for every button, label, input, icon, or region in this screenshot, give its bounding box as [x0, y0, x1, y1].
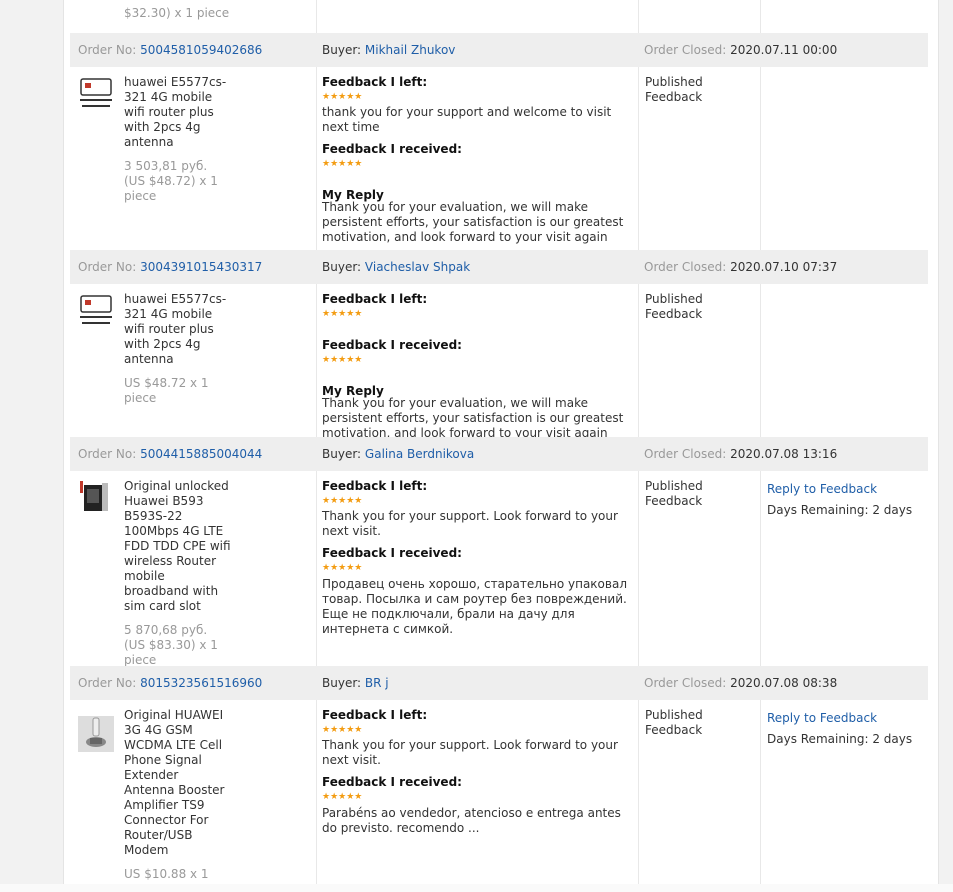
- order-header: Order No: 3004391015430317 Buyer: Viache…: [70, 250, 928, 284]
- feedback-left-label: Feedback I left:: [322, 708, 428, 722]
- order-body: Original unlocked Huawei B593 B593S-22 1…: [70, 471, 928, 667]
- buyer-label: Buyer:: [322, 676, 362, 690]
- feedback-left-text: Thank you for your support. Look forward…: [322, 738, 618, 767]
- buyer-label: Buyer:: [322, 260, 362, 274]
- order-closed-label: Order Closed:: [644, 676, 727, 690]
- product-price: 5 870,68 руб. (US $83.30) x 1 piece: [124, 623, 218, 667]
- order-body: Original HUAWEI 3G 4G GSM WCDMA LTE Cell…: [70, 700, 928, 884]
- prev-price-fragment: $32.30) x 1 piece: [124, 6, 230, 20]
- days-remaining: Days Remaining: 2 days: [767, 732, 913, 746]
- product-name[interactable]: Original unlocked Huawei B593 B593S-22 1…: [124, 479, 232, 614]
- order-closed-label: Order Closed:: [644, 260, 727, 274]
- order-card: Order No: 5004415885004044 Buyer: Galina…: [70, 437, 928, 667]
- product-name[interactable]: Original HUAWEI 3G 4G GSM WCDMA LTE Cell…: [124, 708, 232, 858]
- order-header: Order No: 8015323561516960 Buyer: BR j O…: [70, 666, 928, 700]
- order-no-label: Order No:: [78, 260, 137, 274]
- product-price: US $48.72 x 1 piece: [124, 376, 209, 405]
- star-rating: ★★★★★: [322, 792, 363, 802]
- feedback-received-label: Feedback I received:: [322, 338, 462, 352]
- feedback-received-text: Продавец очень хорошо, старательно упако…: [322, 577, 627, 636]
- my-reply-text: Thank you for your evaluation, we will m…: [322, 396, 624, 440]
- buyer-link[interactable]: Viacheslav Shpak: [365, 260, 470, 274]
- order-header: Order No: 5004415885004044 Buyer: Galina…: [70, 437, 928, 471]
- feedback-status: Published Feedback: [645, 292, 703, 321]
- router-thumbnail[interactable]: [78, 292, 114, 328]
- feedback-received-label: Feedback I received:: [322, 775, 462, 789]
- star-rating: ★★★★★: [322, 309, 363, 319]
- order-no-link[interactable]: 8015323561516960: [140, 676, 262, 690]
- product-name[interactable]: huawei E5577cs-321 4G mobile wifi router…: [124, 75, 232, 150]
- feedback-status: Published Feedback: [645, 479, 703, 508]
- order-card: Order No: 3004391015430317 Buyer: Viache…: [70, 250, 928, 440]
- order-closed-date: 2020.07.11 00:00: [730, 43, 838, 57]
- product-name[interactable]: huawei E5577cs-321 4G mobile wifi router…: [124, 292, 232, 367]
- cpe-router-thumbnail[interactable]: [78, 479, 114, 515]
- star-rating: ★★★★★: [322, 159, 363, 169]
- feedback-received-text: Parabéns ao vendedor, atencioso e entreg…: [322, 806, 621, 835]
- buyer-link[interactable]: Galina Berdnikova: [365, 447, 474, 461]
- order-no-link[interactable]: 5004415885004044: [140, 447, 262, 461]
- order-no-label: Order No:: [78, 447, 137, 461]
- feedback-received-label: Feedback I received:: [322, 142, 462, 156]
- buyer-link[interactable]: Mikhail Zhukov: [365, 43, 455, 57]
- feedback-left-label: Feedback I left:: [322, 292, 428, 306]
- order-card: Order No: 8015323561516960 Buyer: BR j O…: [70, 666, 928, 884]
- feedback-list: $32.30) x 1 piece Order No: 500458105940…: [63, 0, 939, 884]
- router-thumbnail[interactable]: [78, 75, 114, 111]
- days-remaining: Days Remaining: 2 days: [767, 503, 913, 517]
- feedback-status: Published Feedback: [645, 75, 703, 104]
- my-reply-text: Thank you for your evaluation, we will m…: [322, 200, 624, 244]
- star-rating: ★★★★★: [322, 496, 363, 506]
- product-price: US $10.88 x 1: [124, 867, 209, 881]
- order-closed-date: 2020.07.10 07:37: [730, 260, 838, 274]
- order-closed-label: Order Closed:: [644, 447, 727, 461]
- buyer-label: Buyer:: [322, 447, 362, 461]
- reply-to-feedback-link[interactable]: Reply to Feedback: [767, 482, 877, 496]
- antenna-booster-thumbnail[interactable]: [78, 708, 114, 760]
- feedback-left-label: Feedback I left:: [322, 479, 428, 493]
- reply-to-feedback-link[interactable]: Reply to Feedback: [767, 711, 877, 725]
- order-no-label: Order No:: [78, 676, 137, 690]
- order-closed-date: 2020.07.08 08:38: [730, 676, 838, 690]
- order-no-label: Order No:: [78, 43, 137, 57]
- product-price: 3 503,81 руб. (US $48.72) x 1 piece: [124, 159, 218, 203]
- order-card: Order No: 5004581059402686 Buyer: Mikhai…: [70, 33, 928, 250]
- star-rating: ★★★★★: [322, 725, 363, 735]
- order-header: Order No: 5004581059402686 Buyer: Mikhai…: [70, 33, 928, 67]
- feedback-left-text: thank you for your support and welcome t…: [322, 105, 612, 134]
- order-closed-date: 2020.07.08 13:16: [730, 447, 838, 461]
- feedback-left-text: Thank you for your support. Look forward…: [322, 509, 618, 538]
- order-no-link[interactable]: 3004391015430317: [140, 260, 262, 274]
- star-rating: ★★★★★: [322, 355, 363, 365]
- order-body: huawei E5577cs-321 4G mobile wifi router…: [70, 284, 928, 440]
- buyer-label: Buyer:: [322, 43, 362, 57]
- feedback-received-label: Feedback I received:: [322, 546, 462, 560]
- buyer-link[interactable]: BR j: [365, 676, 389, 690]
- star-rating: ★★★★★: [322, 92, 363, 102]
- feedback-status: Published Feedback: [645, 708, 703, 737]
- bottom-toolbar-strip: [0, 884, 953, 892]
- feedback-left-label: Feedback I left:: [322, 75, 428, 89]
- order-no-link[interactable]: 5004581059402686: [140, 43, 262, 57]
- star-rating: ★★★★★: [322, 563, 363, 573]
- order-closed-label: Order Closed:: [644, 43, 727, 57]
- order-body: huawei E5577cs-321 4G mobile wifi router…: [70, 67, 928, 250]
